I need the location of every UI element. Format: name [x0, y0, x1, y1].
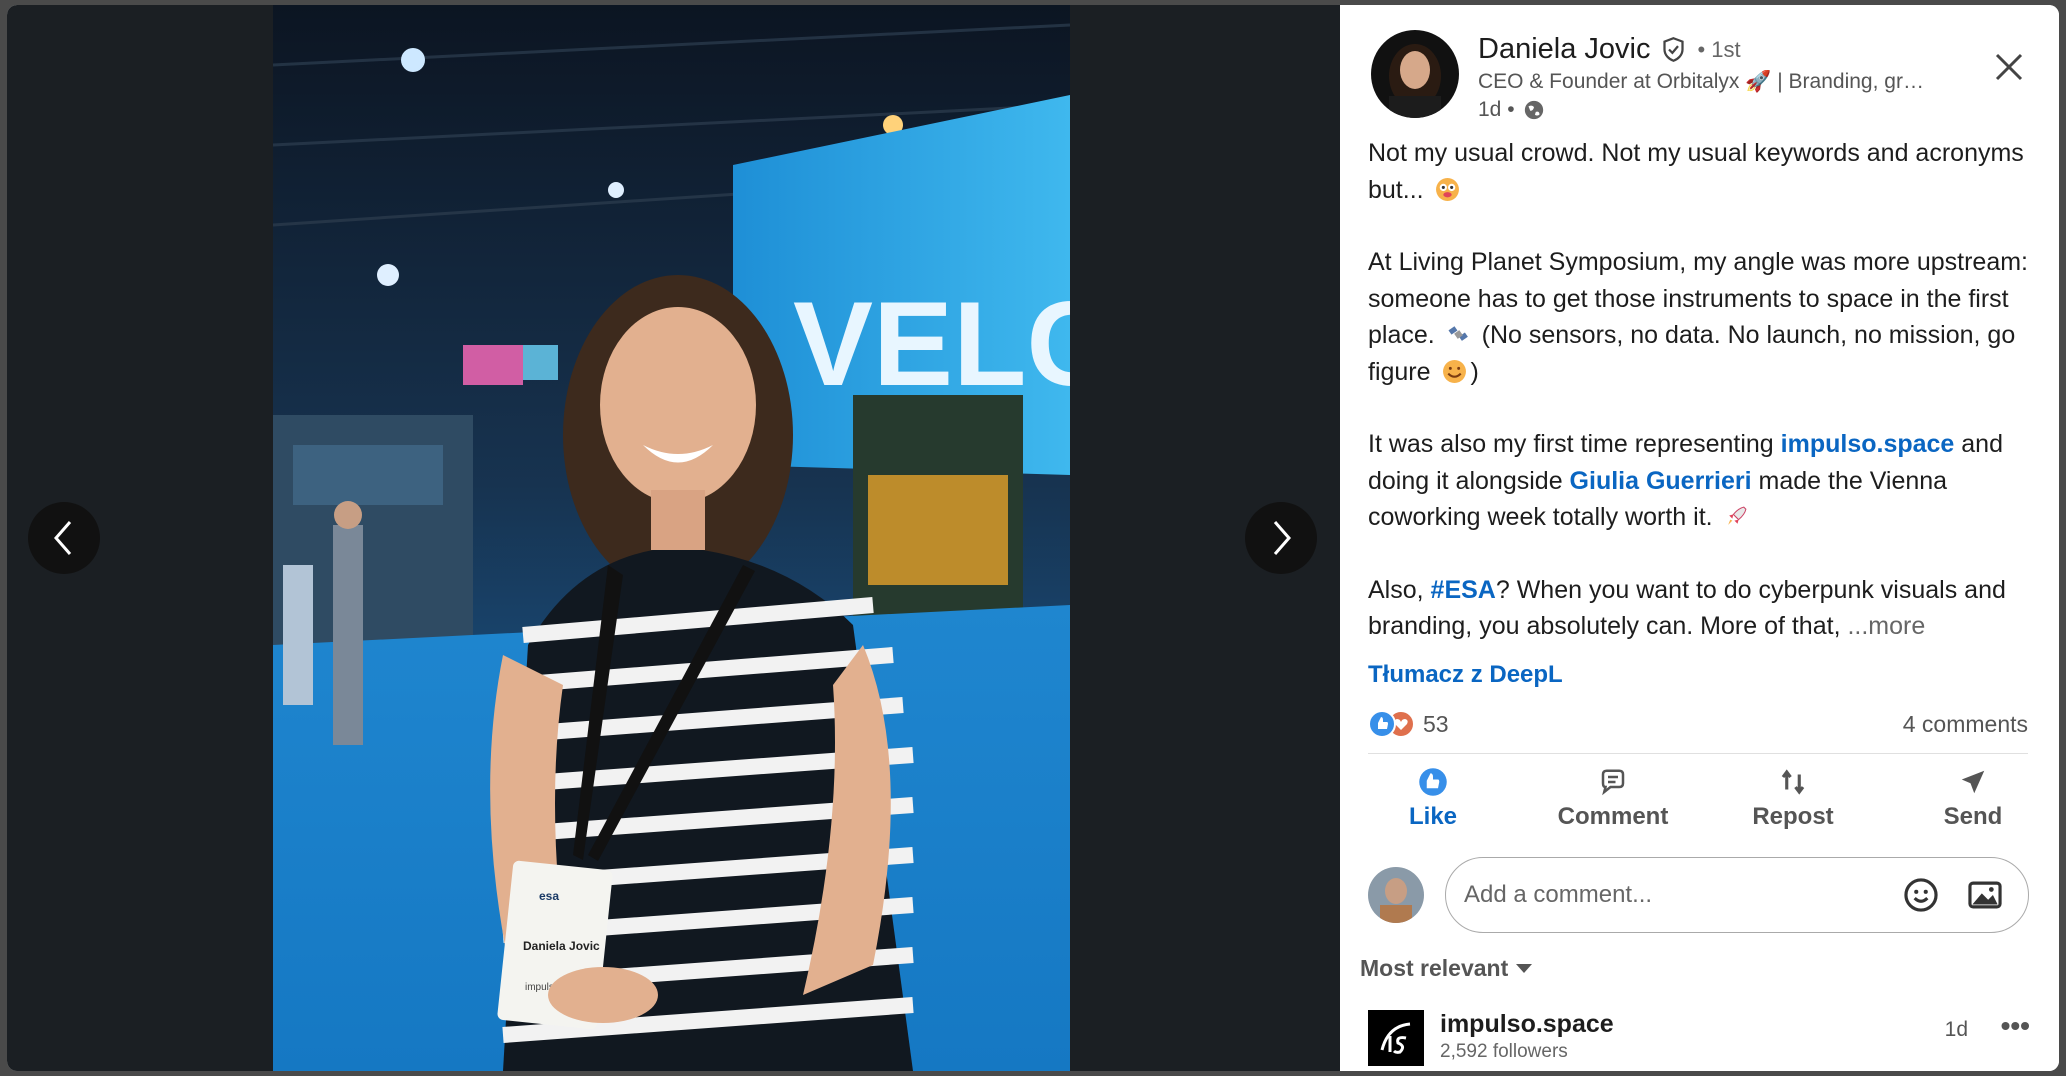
thumbs-up-icon [1419, 768, 1447, 796]
comment-time: 1d [1944, 1018, 1968, 1041]
sort-label: Most relevant [1360, 955, 1509, 981]
send-label: Send [1943, 803, 2003, 830]
photo-badge-name: Daniela Jovic [523, 939, 600, 953]
repost-icon [1781, 769, 1805, 795]
reaction-count: 53 [1423, 710, 1449, 737]
face-emoji-icon [1435, 177, 1459, 201]
post-text: Not my usual crowd. Not my usual keyword… [1368, 135, 2028, 681]
post-paragraph-3: It was also my first time representing [1368, 430, 1774, 458]
divider [1368, 753, 2028, 754]
like-label: Like [1408, 803, 1458, 830]
photo-screen-text: VELC [793, 277, 1070, 411]
post-actions: Like Comment Repost Send [1368, 767, 2038, 831]
caret-down-icon [1516, 964, 1533, 973]
comment-item: impulso.space 2,592 followers 1d ••• [1368, 1010, 2038, 1066]
more-options-icon[interactable]: ••• [2001, 1010, 2030, 1042]
verified-icon [1663, 37, 1685, 62]
post-author[interactable]: Daniela Jovic • 1st CEO & Founder at Orb… [1371, 30, 1948, 122]
chevron-right-icon [1273, 521, 1291, 555]
comment-author-name[interactable]: impulso.space [1440, 1010, 1614, 1039]
post-detail-panel: Daniela Jovic • 1st CEO & Founder at Orb… [1340, 5, 2059, 1071]
comment-button[interactable]: Comment [1548, 767, 1678, 831]
see-more-link[interactable]: ...more [1847, 612, 1925, 640]
like-reaction-icon [1368, 710, 1396, 738]
like-button[interactable]: Like [1368, 767, 1498, 831]
emoji-picker-icon[interactable] [1902, 876, 1940, 914]
social-counts: 53 4 comments [1368, 710, 2028, 738]
comment-icon [1601, 769, 1625, 796]
close-icon[interactable] [1989, 47, 2029, 87]
translate-link[interactable]: Tłumacz z DeepL [1368, 661, 1563, 689]
author-avatar[interactable] [1371, 30, 1459, 118]
comment-input[interactable]: Add a comment... [1445, 857, 2029, 933]
globe-icon [1524, 100, 1543, 120]
rocket-emoji-icon [1727, 506, 1746, 525]
previous-photo-button[interactable] [28, 502, 100, 574]
comment-placeholder: Add a comment... [1464, 881, 1653, 908]
post-time: 1d • [1478, 98, 1515, 121]
repost-button[interactable]: Repost [1728, 767, 1858, 831]
chevron-left-icon [54, 521, 72, 555]
company-logo[interactable] [1368, 1010, 1424, 1066]
comment-sort-dropdown[interactable]: Most relevant [1360, 955, 1533, 982]
next-photo-button[interactable] [1245, 502, 1317, 574]
my-avatar[interactable] [1368, 867, 1424, 923]
company-mention-link[interactable]: impulso.space [1781, 430, 1955, 458]
hashtag-link[interactable]: #ESA [1431, 576, 1496, 604]
connection-degree: • 1st [1697, 36, 1741, 62]
comment-composer: Add a comment... [1368, 857, 2029, 933]
reactions-summary[interactable]: 53 [1368, 710, 1449, 738]
photo-badge-logo: esa [539, 889, 559, 903]
send-icon [1961, 770, 1985, 794]
author-headline: CEO & Founder at Orbitalyx 🚀 | Branding,… [1478, 70, 1924, 93]
post-paragraph-1: Not my usual crowd. Not my usual keyword… [1368, 139, 2024, 204]
person-mention-link[interactable]: Giulia Guerrieri [1570, 467, 1752, 495]
image-upload-icon[interactable] [1966, 876, 2004, 914]
author-info: Daniela Jovic • 1st CEO & Founder at Orb… [1478, 33, 1948, 122]
comment-author-followers: 2,592 followers [1440, 1041, 1568, 1062]
satellite-emoji-icon [1448, 326, 1468, 341]
comments-count[interactable]: 4 comments [1903, 711, 2028, 738]
post-photo: VELC esa Daniela Jovic [273, 5, 1070, 1071]
smile-emoji-icon [1442, 359, 1466, 383]
post-paragraph-4: Also, [1368, 575, 1424, 604]
post-paragraph-2-end: ) [1470, 357, 1479, 386]
comment-label: Comment [1557, 803, 1669, 830]
post-modal: VELC esa Daniela Jovic Daniela Jovic • 1… [7, 5, 2059, 1071]
media-viewer: VELC esa Daniela Jovic [7, 5, 1340, 1071]
send-button[interactable]: Send [1908, 767, 2038, 831]
author-name[interactable]: Daniela Jovic [1478, 33, 1650, 66]
repost-label: Repost [1752, 803, 1834, 830]
